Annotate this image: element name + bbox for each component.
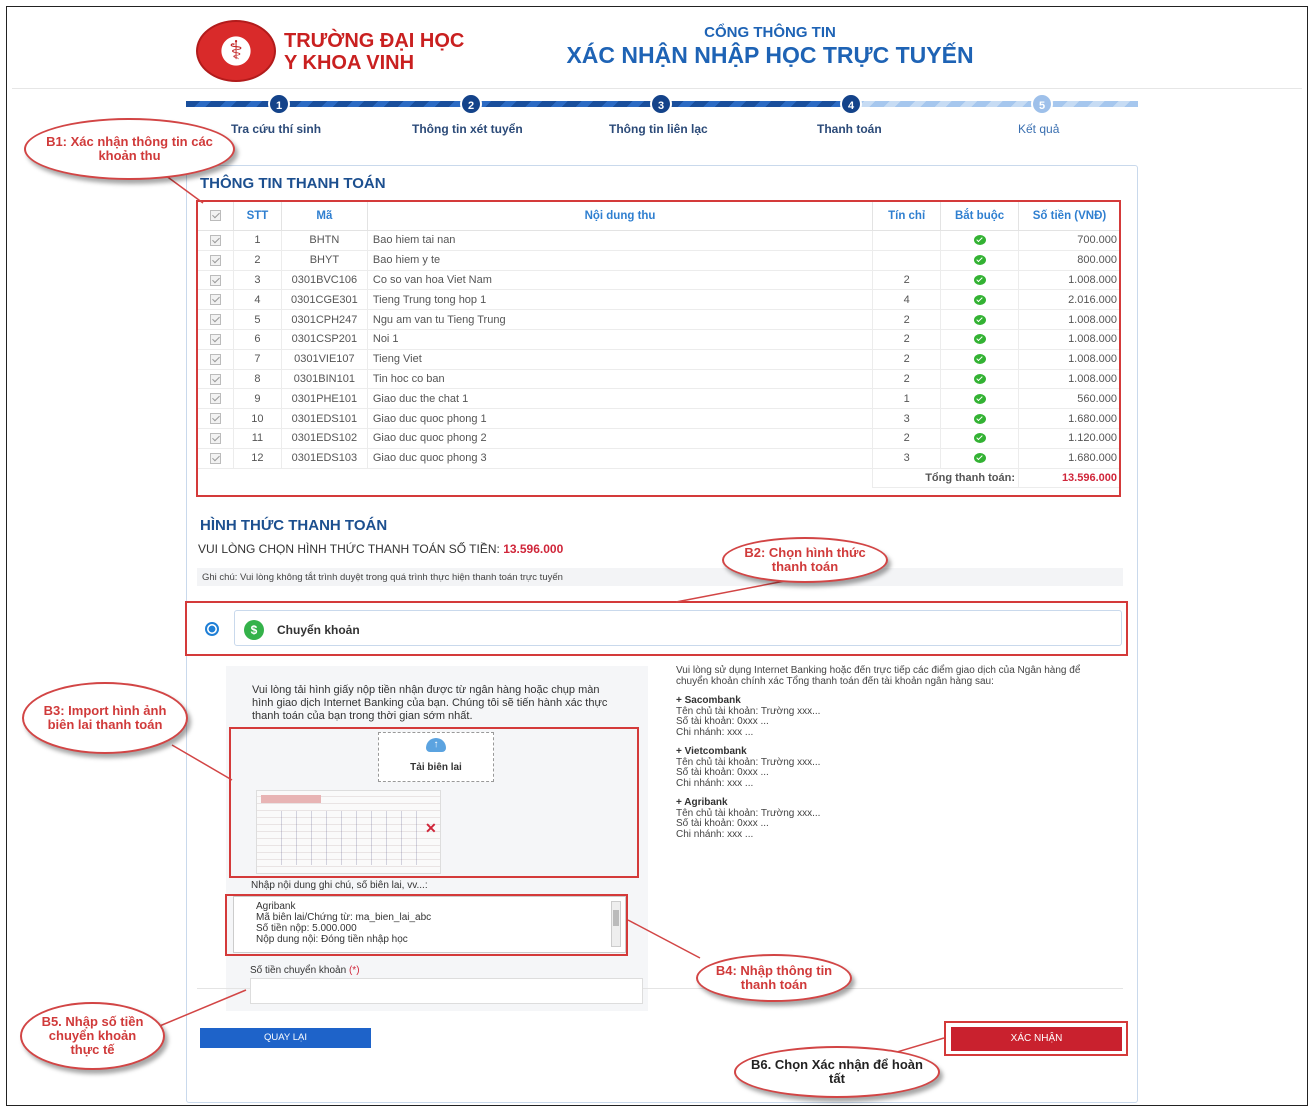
step-5-dot: 5 bbox=[1031, 93, 1053, 115]
callout-b3: B3: Import hình ảnh biên lai thanh toán bbox=[22, 682, 188, 754]
step-3-dot: 3 bbox=[650, 93, 672, 115]
amount-label: Số tiền chuyển khoản (*) bbox=[250, 965, 360, 976]
portal-title: XÁC NHẬN NHẬP HỌC TRỰC TUYẾN bbox=[566, 42, 974, 68]
callout-b4: B4: Nhập thông tin thanh toán bbox=[696, 954, 852, 1002]
back-button[interactable]: QUAY LẠI bbox=[200, 1028, 371, 1048]
dollar-icon: $ bbox=[244, 620, 264, 640]
b4-highlight-box bbox=[225, 894, 628, 956]
transfer-method-option[interactable] bbox=[234, 610, 1122, 646]
b1-highlight-box bbox=[196, 200, 1121, 497]
prompt-amount: 13.596.000 bbox=[503, 542, 564, 556]
step-2-dot: 2 bbox=[460, 93, 482, 115]
step-3-label[interactable]: Thông tin liên lạc bbox=[609, 122, 708, 136]
cloud-upload-icon: ↑ bbox=[426, 738, 446, 752]
step-4-label[interactable]: Thanh toán bbox=[817, 122, 882, 136]
caduceus-logo-icon bbox=[196, 20, 276, 82]
step-1-label[interactable]: Tra cứu thí sinh bbox=[231, 122, 321, 136]
school-name: TRƯỜNG ĐẠI HỌC Y KHOA VINH bbox=[284, 30, 464, 74]
step-1-dot: 1 bbox=[268, 93, 290, 115]
amount-input[interactable] bbox=[250, 978, 643, 1004]
header-divider bbox=[12, 88, 1302, 89]
remove-receipt-icon[interactable]: ✕ bbox=[425, 820, 437, 837]
bank-sacombank: + Sacombank Tên chủ tài khoản: Trường xx… bbox=[676, 695, 821, 738]
upload-receipt-button[interactable]: ↑ Tải biên lai bbox=[378, 732, 494, 782]
payment-method-title: HÌNH THỨC THANH TOÁN bbox=[200, 517, 388, 534]
callout-b6: B6. Chọn Xác nhận để hoàn tất bbox=[734, 1046, 940, 1098]
school-name-line1: TRƯỜNG ĐẠI HỌC bbox=[284, 30, 465, 52]
step-2-label[interactable]: Thông tin xét tuyển bbox=[412, 122, 523, 136]
bank-intro: Vui lòng sử dụng Internet Banking hoặc đ… bbox=[676, 665, 1081, 687]
bank-info: Vui lòng sử dụng Internet Banking hoặc đ… bbox=[676, 665, 1096, 840]
callout-b5: B5. Nhập số tiền chuyển khoản thực tế bbox=[20, 1002, 165, 1070]
bank-vietcombank: + Vietcombank Tên chủ tài khoản: Trường … bbox=[676, 746, 821, 789]
receipt-thumbnail bbox=[256, 790, 441, 874]
browser-note: Ghi chú: Vui lòng không tắt trình duyệt … bbox=[197, 568, 1123, 586]
transfer-radio[interactable] bbox=[205, 622, 219, 636]
portal-subtitle: CỔNG THÔNG TIN bbox=[704, 24, 836, 41]
callout-b2: B2: Chọn hình thức thanh toán bbox=[722, 537, 888, 583]
school-name-line2: Y KHOA VINH bbox=[284, 52, 415, 74]
upload-receipt-label: Tải biên lai bbox=[410, 762, 462, 773]
bank-agribank: + Agribank Tên chủ tài khoản: Trường xxx… bbox=[676, 797, 821, 840]
upload-instructions: Vui lòng tải hình giấy nộp tiền nhận đượ… bbox=[252, 684, 608, 722]
payment-info-title: THÔNG TIN THANH TOÁN bbox=[200, 175, 386, 192]
payment-prompt: VUI LÒNG CHỌN HÌNH THỨC THANH TOÁN SỐ TI… bbox=[198, 542, 564, 556]
step-4-dot: 4 bbox=[840, 93, 862, 115]
notes-label: Nhập nội dung ghi chú, số biên lai, vv..… bbox=[251, 880, 428, 891]
transfer-method-label: Chuyển khoản bbox=[277, 623, 360, 637]
callout-b1: B1: Xác nhận thông tin các khoản thu bbox=[24, 118, 235, 180]
confirm-button[interactable]: XÁC NHẬN bbox=[951, 1027, 1122, 1051]
step-5-label[interactable]: Kết quả bbox=[1018, 122, 1059, 136]
